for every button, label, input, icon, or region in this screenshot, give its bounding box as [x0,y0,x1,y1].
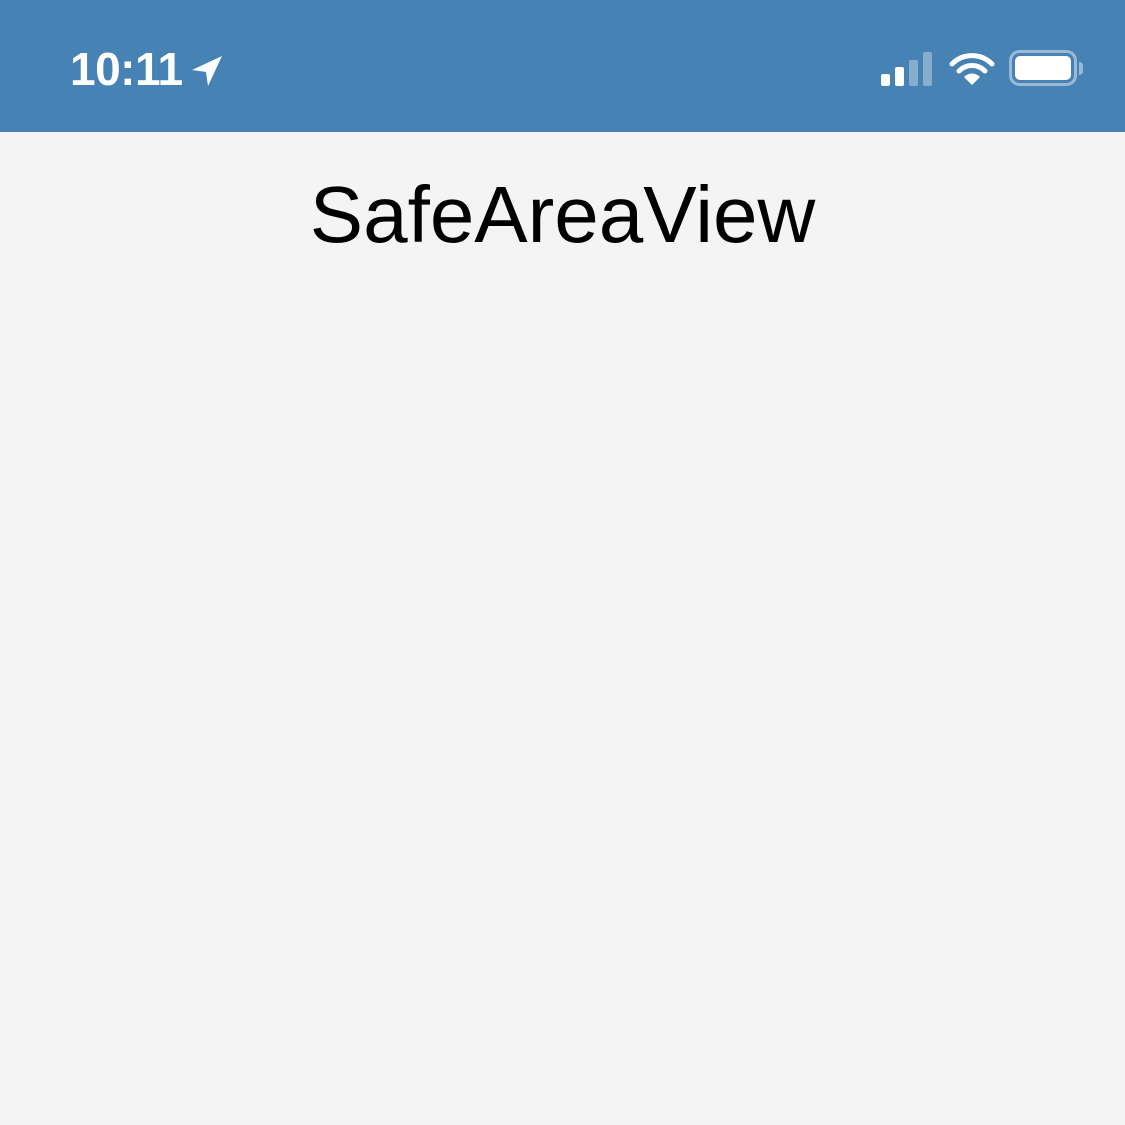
status-bar: 10:11 [0,0,1125,132]
page-title: SafeAreaView [309,170,816,259]
battery-icon [1009,50,1085,88]
status-time-group: 10:11 [70,44,225,94]
wifi-icon [949,52,995,86]
status-time: 10:11 [70,43,183,95]
cellular-signal-icon [881,52,933,86]
safe-area-content: SafeAreaView [0,132,1125,1125]
location-arrow-icon [189,53,225,89]
status-indicators [881,50,1085,88]
